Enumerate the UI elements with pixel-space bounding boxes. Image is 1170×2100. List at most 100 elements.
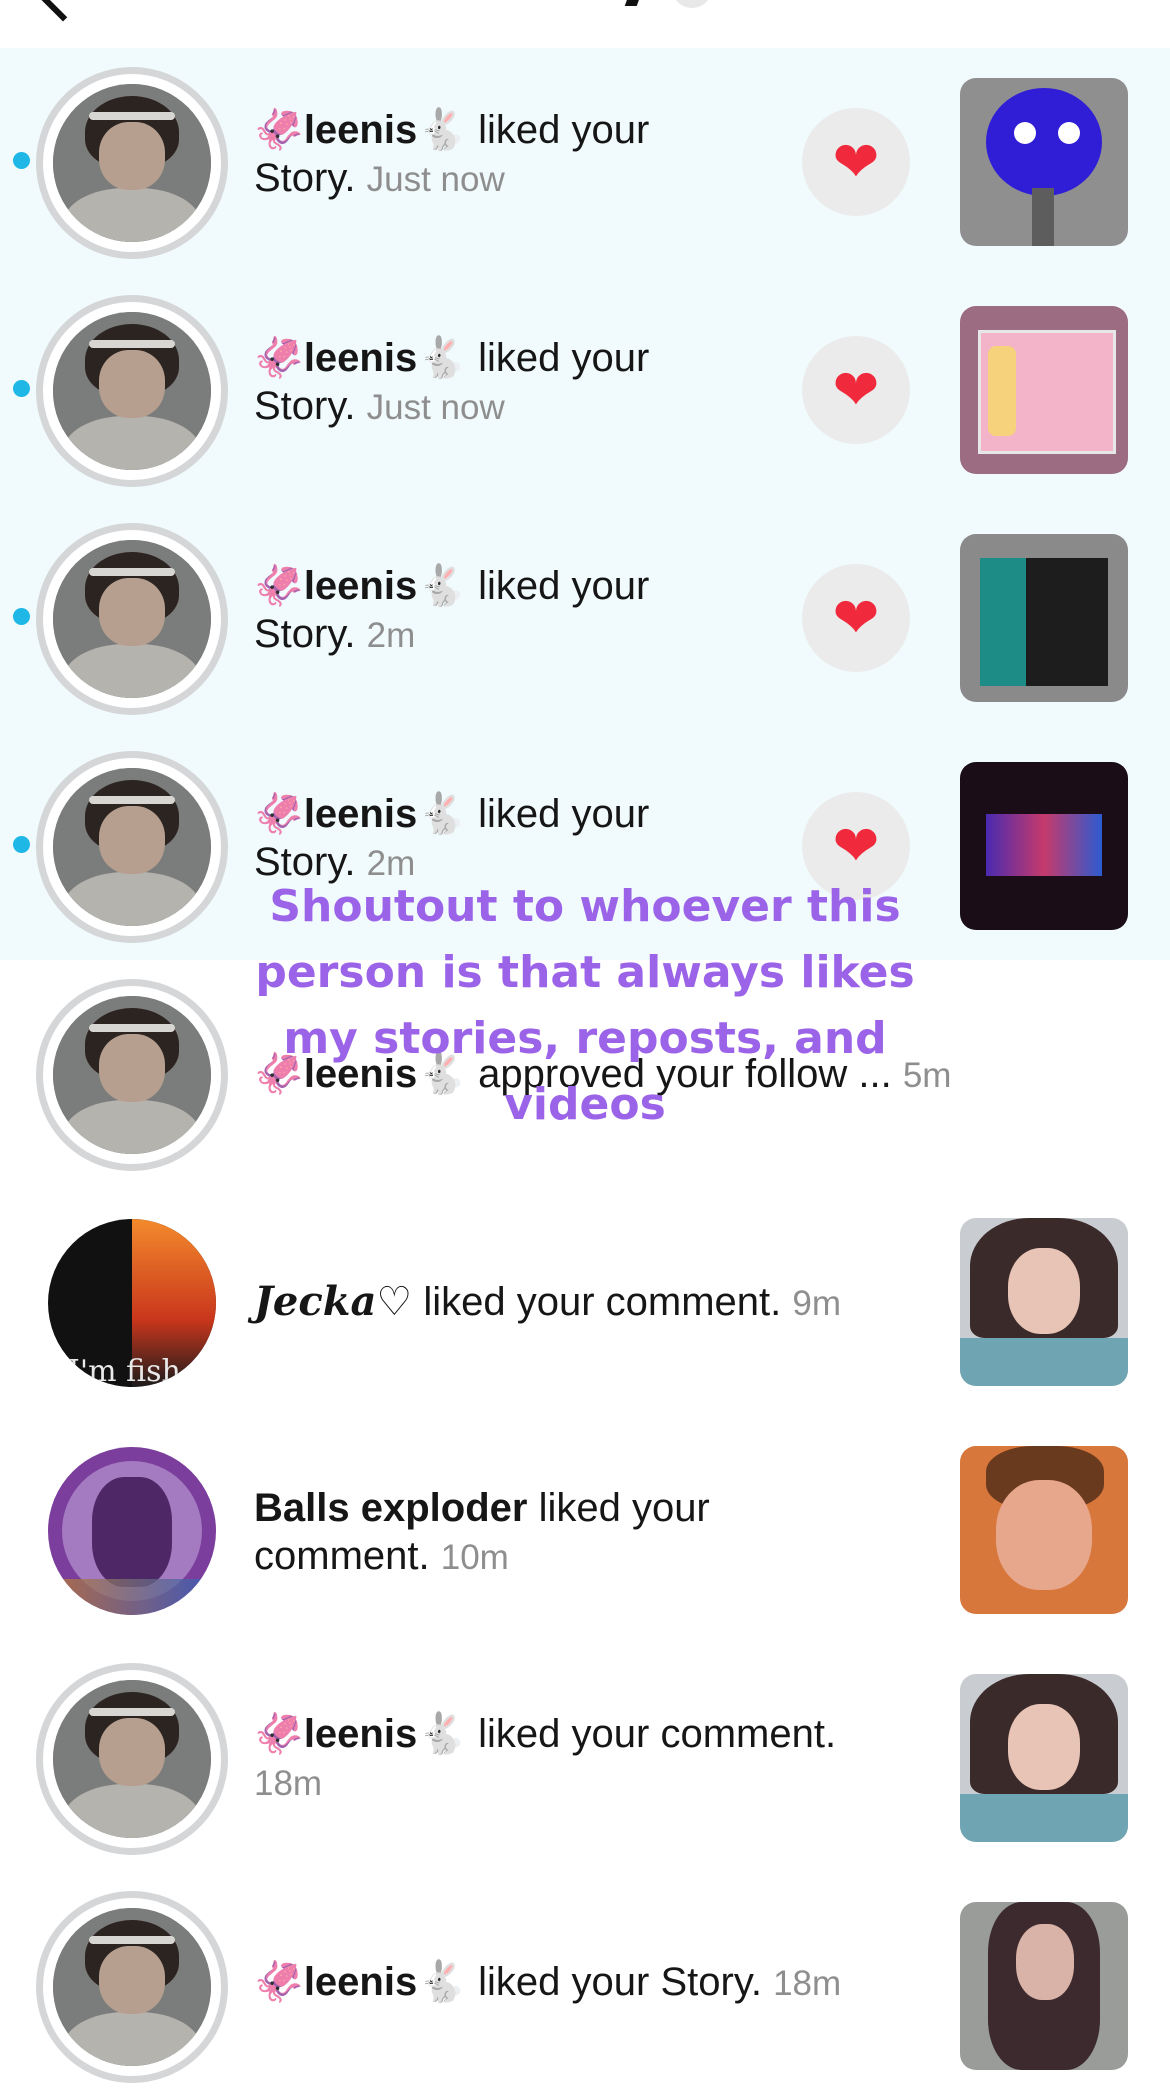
avatar-caption: I'm fish [68, 1354, 181, 1387]
story-thumbnail[interactable] [960, 78, 1128, 246]
unread-indicator [13, 836, 30, 853]
squid-emoji-icon: 🦑 [254, 108, 304, 152]
action-text: liked your [478, 564, 650, 608]
action-text: liked your Story. [478, 1960, 762, 2004]
back-chevron-icon[interactable] [30, 0, 96, 22]
username[interactable]: leenis [304, 792, 417, 836]
heart-icon: ❤ [832, 814, 880, 877]
username[interactable]: Balls exploder [254, 1486, 527, 1530]
avatar [53, 540, 211, 698]
notification-row[interactable]: I'm fish Jecka♡ liked your comment. 9m [0, 1188, 1170, 1416]
like-button[interactable]: ❤ [802, 108, 910, 216]
action-text: liked your [478, 108, 650, 152]
title-fragment [624, 0, 644, 6]
squid-emoji-icon: 🦑 [254, 1052, 304, 1096]
squid-emoji-icon: 🦑 [254, 336, 304, 380]
notification-row[interactable]: 🦑leenis🐇 liked your Story. 18m [0, 1872, 1170, 2100]
action-text-2: Story. [254, 612, 356, 656]
like-button[interactable]: ❤ [802, 564, 910, 672]
story-thumbnail[interactable] [960, 1902, 1128, 2070]
action-text: liked your comment. [423, 1280, 782, 1324]
heart-icon: ❤ [832, 358, 880, 421]
unread-indicator [13, 380, 30, 397]
timestamp: 2m [366, 616, 416, 655]
avatar [53, 84, 211, 242]
action-text: liked your [478, 792, 650, 836]
top-bar [0, 0, 1170, 48]
username[interactable]: leenis [304, 1960, 417, 2004]
timestamp: 18m [773, 1964, 842, 2003]
timestamp: Just now [366, 160, 505, 199]
avatar-story-ring[interactable] [36, 523, 228, 715]
timestamp: Just now [366, 388, 505, 427]
avatar-story-ring[interactable] [36, 1663, 228, 1855]
notification-text: 🦑leenis🐇 liked your Story. 2m [254, 562, 794, 660]
action-text-2: Story. [254, 384, 356, 428]
notification-text: Jecka♡ liked your comment. 9m [254, 1278, 934, 1328]
action-text: liked your [538, 1486, 710, 1530]
rabbit-emoji-icon: 🐇 [417, 1052, 468, 1096]
timestamp: 18m [254, 1764, 323, 1803]
avatar [53, 312, 211, 470]
notification-row[interactable]: 🦑leenis🐇 liked your Story. Just now ❤ [0, 276, 1170, 504]
avatar-story-ring[interactable] [36, 979, 228, 1171]
like-button[interactable]: ❤ [802, 336, 910, 444]
notification-row[interactable]: Balls exploder liked your comment. 10m [0, 1416, 1170, 1644]
like-button[interactable]: ❤ [802, 792, 910, 900]
story-thumbnail[interactable] [960, 306, 1128, 474]
unread-indicator [13, 152, 30, 169]
avatar[interactable] [48, 1447, 216, 1615]
action-text-2: Story. [254, 840, 356, 884]
squid-emoji-icon: 🦑 [254, 1960, 304, 2004]
notification-row[interactable]: 🦑leenis🐇 liked your Story. Just now ❤ [0, 48, 1170, 276]
squid-emoji-icon: 🦑 [254, 564, 304, 608]
header-badge [672, 0, 712, 8]
username[interactable]: leenis [304, 1712, 417, 1756]
notification-text: 🦑leenis🐇 approved your follow ... 5m [254, 1050, 1054, 1100]
squid-emoji-icon: 🦑 [254, 792, 304, 836]
unread-indicator [13, 608, 30, 625]
avatar-story-ring[interactable] [36, 67, 228, 259]
comment-thumbnail[interactable] [960, 1218, 1128, 1386]
rabbit-emoji-icon: 🐇 [417, 1712, 468, 1756]
story-thumbnail[interactable] [960, 762, 1128, 930]
username[interactable]: leenis [304, 336, 417, 380]
avatar-story-ring[interactable] [36, 295, 228, 487]
heart-icon: ❤ [832, 586, 880, 649]
notification-text: 🦑leenis🐇 liked your Story. 2m [254, 790, 794, 888]
notification-row[interactable]: 🦑leenis🐇 liked your Story. 2m ❤ [0, 732, 1170, 960]
notification-text: Balls exploder liked your comment. 10m [254, 1484, 794, 1582]
action-text-2: comment. [254, 1534, 430, 1578]
avatar [53, 1908, 211, 2066]
heart-icon: ❤ [832, 130, 880, 193]
username[interactable]: Jecka♡ [254, 1278, 412, 1325]
comment-thumbnail[interactable] [960, 1446, 1128, 1614]
activity-feed: 🦑leenis🐇 liked your Story. Just now ❤ 🦑l… [0, 48, 1170, 2100]
rabbit-emoji-icon: 🐇 [417, 564, 468, 608]
username[interactable]: leenis [304, 564, 417, 608]
story-thumbnail[interactable] [960, 534, 1128, 702]
timestamp: 10m [440, 1538, 509, 1577]
notification-row[interactable]: 🦑leenis🐇 liked your comment. 18m [0, 1644, 1170, 1872]
notification-text: 🦑leenis🐇 liked your comment. 18m [254, 1710, 934, 1808]
rabbit-emoji-icon: 🐇 [417, 792, 468, 836]
notification-row[interactable]: 🦑leenis🐇 liked your Story. 2m ❤ [0, 504, 1170, 732]
notification-text: 🦑leenis🐇 liked your Story. Just now [254, 334, 794, 432]
notification-text: 🦑leenis🐇 liked your Story. 18m [254, 1958, 954, 2008]
action-text-2: Story. [254, 156, 356, 200]
notification-row[interactable]: 🦑leenis🐇 approved your follow ... 5m [0, 960, 1170, 1188]
avatar-story-ring[interactable] [36, 751, 228, 943]
username[interactable]: leenis [304, 108, 417, 152]
rabbit-emoji-icon: 🐇 [417, 108, 468, 152]
timestamp: 2m [366, 844, 416, 883]
comment-thumbnail[interactable] [960, 1674, 1128, 1842]
avatar-story-ring[interactable] [36, 1891, 228, 2083]
rabbit-emoji-icon: 🐇 [417, 336, 468, 380]
action-text: approved your follow ... [478, 1052, 892, 1096]
avatar[interactable]: I'm fish [48, 1219, 216, 1387]
rabbit-emoji-icon: 🐇 [417, 1960, 468, 2004]
avatar [53, 996, 211, 1154]
username[interactable]: leenis [304, 1052, 417, 1096]
timestamp: 9m [792, 1284, 842, 1323]
action-text: liked your comment. [478, 1712, 837, 1756]
